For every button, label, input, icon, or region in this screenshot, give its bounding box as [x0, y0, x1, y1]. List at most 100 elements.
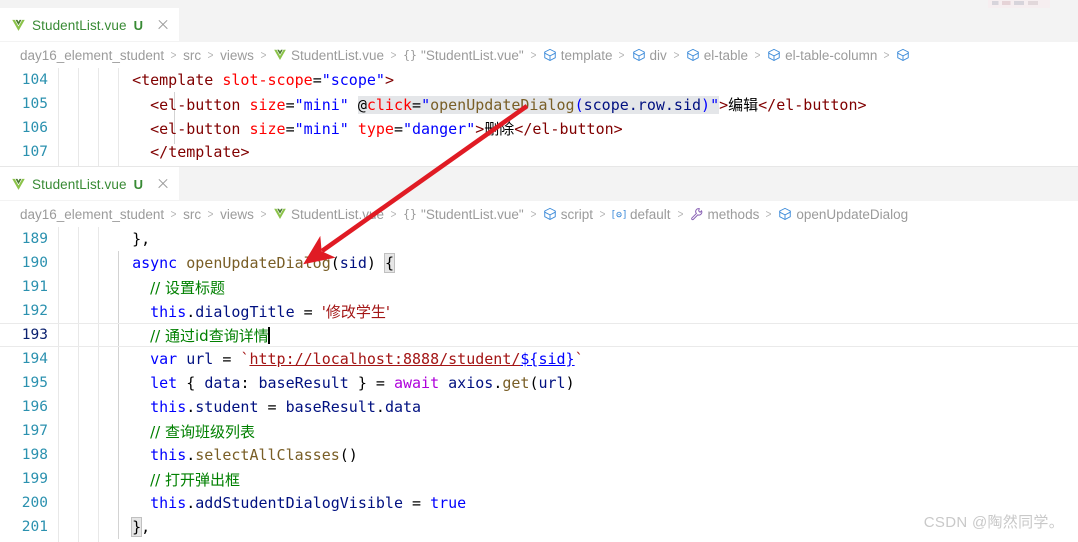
code-token: // 打开弹出框: [150, 470, 241, 489]
code-token: ): [565, 374, 575, 392]
code-line-107[interactable]: 107 </template>: [0, 140, 1078, 164]
code-token: openUpdateDialog: [430, 95, 575, 114]
breadcrumb-item-openupdatedialog[interactable]: openUpdateDialog: [778, 207, 908, 222]
breadcrumb-label: div: [649, 47, 667, 63]
code-token: =: [403, 494, 431, 512]
cube-icon: [896, 48, 910, 62]
breadcrumb-item-studentlist-vue[interactable]: StudentList.vue: [273, 48, 384, 63]
code-line-105[interactable]: 105 <el-button size="mini" @click="openU…: [0, 92, 1078, 116]
code-line-199[interactable]: 199 // 打开弹出框: [0, 467, 1078, 491]
code-line-195[interactable]: 195 let { data: baseResult } = await axi…: [0, 371, 1078, 395]
breadcrumb-item-el-table-column[interactable]: el-table-column: [767, 48, 877, 63]
code-line-190[interactable]: 190 async openUpdateDialog(sid) {: [0, 251, 1078, 275]
code-line-194[interactable]: 194 var url = ` http://localhost:8888/stu…: [0, 347, 1078, 371]
line-number: 105: [21, 96, 48, 112]
breadcrumb-item-default[interactable]: [⚙]default: [610, 206, 671, 222]
code-token: true: [430, 494, 467, 512]
code-line-196[interactable]: 196 this.student = baseResult.data: [0, 395, 1078, 419]
code-token: type: [357, 119, 394, 138]
tab-status-badge: U: [133, 17, 143, 33]
code-token: addStudentDialogVisible: [195, 494, 403, 512]
breadcrumb-label: src: [183, 47, 202, 63]
breadcrumb-item-src[interactable]: src: [183, 48, 201, 63]
code-line-104[interactable]: 104 <template slot-scope="scope">: [0, 68, 1078, 92]
code-token: this: [150, 302, 187, 321]
close-icon[interactable]: [155, 17, 171, 33]
code-token: .: [186, 302, 196, 321]
breadcrumb-item-methods[interactable]: methods: [690, 207, 759, 222]
code-token: =: [412, 95, 422, 114]
code-line-197[interactable]: 197 // 查询班级列表: [0, 419, 1078, 443]
breadcrumb-item-studentlist-vue[interactable]: StudentList.vue: [273, 207, 384, 222]
code-line-200[interactable]: 200 this.addStudentDialogVisible = true: [0, 491, 1078, 515]
breadcrumb-separator: >: [673, 48, 680, 62]
code-token: ": [710, 95, 720, 114]
breadcrumb-separator: >: [677, 207, 684, 221]
code-line-198[interactable]: 198 this.selectAllClasses(): [0, 443, 1078, 467]
line-number: 190: [21, 255, 48, 271]
breadcrumb-separator: >: [883, 48, 890, 62]
braces-icon: {}: [403, 48, 417, 62]
code-line-201[interactable]: 201 },: [0, 515, 1078, 539]
code-line-106[interactable]: 106 <el-button size="mini" type="danger"…: [0, 116, 1078, 140]
editor-group-bottom: StudentList.vue U day16_element_student >…: [0, 167, 1078, 542]
code-line-189[interactable]: 189 },: [0, 227, 1078, 251]
breadcrumb-separator: >: [530, 48, 537, 62]
breadcrumb-item-template[interactable]: template: [543, 48, 612, 63]
breadcrumb-item-day16-element-student[interactable]: day16_element_student: [20, 48, 164, 63]
breadcrumb-separator: >: [765, 207, 772, 221]
tab-studentlist-vue-top[interactable]: StudentList.vue U: [0, 8, 180, 42]
breadcrumb-item-studentlist-vue[interactable]: {} "StudentList.vue": [403, 207, 524, 222]
code-token: .: [186, 398, 196, 416]
breadcrumb-item-trailing[interactable]: [896, 48, 910, 62]
breadcrumb-item-script[interactable]: script: [543, 207, 593, 222]
line-number: 189: [21, 231, 48, 247]
code-text: var url = ` http://localhost:8888/student…: [114, 350, 584, 368]
breadcrumb-item-div[interactable]: div: [632, 48, 667, 63]
code-text: let { data: baseResult } = await axios.g…: [114, 374, 575, 392]
code-token: await: [393, 374, 440, 392]
breadcrumb-top[interactable]: day16_element_student > src > views > StudentL…: [0, 42, 1078, 68]
breadcrumb-item-el-table[interactable]: el-table: [686, 48, 748, 63]
code-line-192[interactable]: 192 this.dialogTitle = '修改学生': [0, 299, 1078, 323]
breadcrumb-label: default: [629, 206, 671, 222]
tab-studentlist-vue-bottom[interactable]: StudentList.vue U: [0, 167, 180, 201]
breadcrumb-item-day16-element-student[interactable]: day16_element_student: [20, 207, 164, 222]
close-icon[interactable]: [155, 176, 171, 192]
code-token: 删除: [484, 119, 515, 138]
code-token: '修改学生': [321, 302, 390, 321]
breadcrumb-item-views[interactable]: views: [220, 207, 254, 222]
breadcrumb-item-src[interactable]: src: [183, 207, 201, 222]
code-token: }: [131, 517, 143, 537]
code-line-191[interactable]: 191 // 设置标题: [0, 275, 1078, 299]
vscode-window: StudentList.vue U day16_element_student >…: [0, 0, 1078, 542]
code-area-top[interactable]: 104 <template slot-scope="scope"> 105 <el…: [0, 68, 1078, 166]
code-token: } =: [348, 374, 394, 392]
code-token: click: [366, 95, 413, 114]
code-token: .: [493, 374, 503, 392]
code-token: >: [613, 119, 623, 138]
export-icon: [⚙]: [610, 207, 627, 221]
code-text: <el-button size="mini" @click="openUpdat…: [114, 94, 867, 115]
breadcrumb-item-views[interactable]: views: [220, 48, 254, 63]
breadcrumb-separator: >: [754, 48, 761, 62]
breadcrumb-separator: >: [390, 48, 397, 62]
code-token: =: [294, 302, 322, 321]
line-number: 201: [21, 519, 48, 535]
breadcrumb-bottom[interactable]: day16_element_student > src > views > StudentL…: [0, 201, 1078, 227]
code-token: data: [204, 374, 241, 392]
code-token: url: [538, 374, 566, 392]
line-number: 192: [21, 303, 48, 319]
code-text: // 打开弹出框: [114, 469, 240, 490]
code-area-bottom[interactable]: 189 }, 190 async openUpdateDialog(sid) {1…: [0, 227, 1078, 542]
line-number: 197: [21, 423, 48, 439]
code-line-193[interactable]: 193 // 通过id查询详情: [0, 323, 1078, 347]
breadcrumb-item-studentlist-vue[interactable]: {} "StudentList.vue": [403, 48, 524, 63]
